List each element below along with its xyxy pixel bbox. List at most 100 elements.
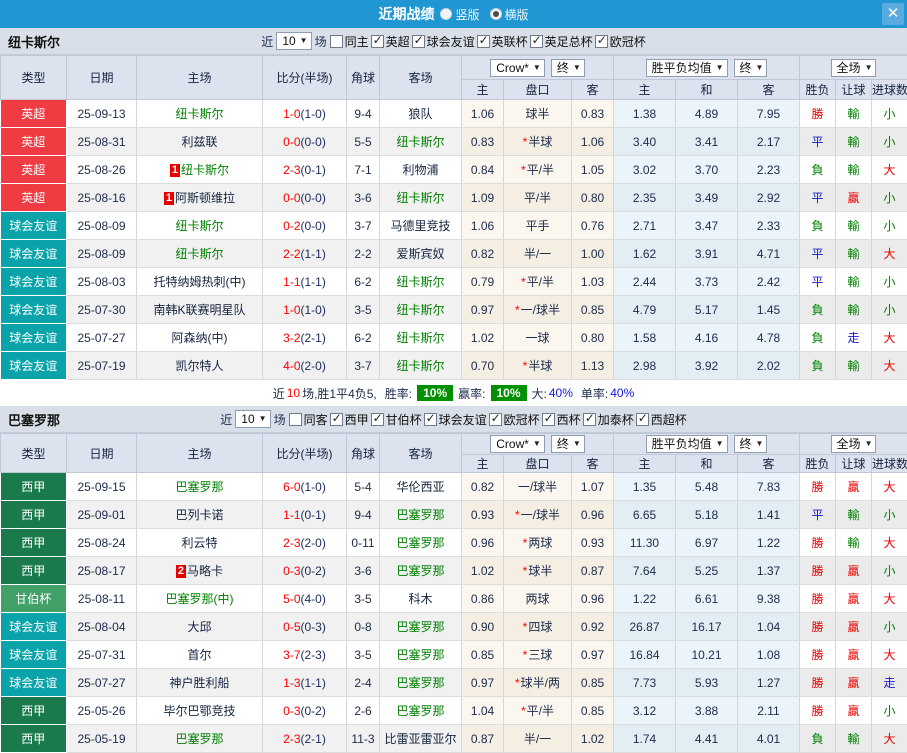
score-cell: 0-3(0-2) [262,556,347,585]
corner-cell: 0-11 [346,528,380,557]
checkbox-checked-icon[interactable] [594,33,608,48]
avg-home-odds-cell: 2.71 [613,211,676,240]
layout-radio-option[interactable]: 竖版 [440,6,480,23]
corner-cell: 2-6 [346,696,380,725]
checkbox-unchecked-icon[interactable] [288,412,302,426]
avg-draw-odds-cell: 5.17 [675,295,738,324]
final-odds-select[interactable]: 终 ▼ [550,435,585,453]
filter-check-item[interactable]: 同客 [288,411,328,428]
final-odds-select[interactable]: 终 ▼ [550,58,585,77]
final-avg-select[interactable]: 终 ▼ [733,58,768,77]
match-row: 西甲 25-09-15 巴塞罗那 6-0(1-0) 5-4 华伦西亚 0.82 一/球半 1.0… [0,472,907,501]
handicap-line-cell: *平/半 [503,696,572,725]
match-type-cell: 球会友谊 [0,351,67,380]
score-cell: 6-0(1-0) [262,472,347,501]
filter-check-item[interactable]: 加泰杯 [582,411,634,428]
handicap-home-odds-cell: 0.84 [461,155,504,184]
result-goals-cell: 大 [871,472,907,501]
filter-check-label: 欧冠杯 [609,34,646,49]
result-wdl-cell: 勝 [799,99,837,128]
result-handicap-cell: 贏 [835,612,873,641]
half-time-score: (0-1) [300,162,326,177]
result-goals-cell: 大 [871,640,907,669]
filter-check-item[interactable]: 英超 [370,33,410,50]
away-team-cell: 巴塞罗那 [379,500,462,529]
result-goals-cell: 大 [871,584,907,613]
newcastle-summary-bar: 近 10 场,胜1平4负5, 胜率: 10% 赢率: 10% 大: 40% 单率: 40… [0,380,907,406]
checkbox-checked-icon[interactable] [635,411,649,426]
date-cell: 25-07-30 [66,295,137,324]
col-header-type: 类型 [0,55,67,100]
filter-check-item[interactable]: 西杯 [541,411,581,428]
handicap-away-odds-cell: 0.97 [571,640,614,669]
checkbox-checked-icon[interactable] [488,411,502,426]
corner-cell: 3-7 [346,351,380,380]
col-header-date: 日期 [66,55,137,100]
handicap-line-text: 半球 [528,135,553,149]
half-time-score: (1-0) [300,106,326,121]
result-goals-cell: 小 [871,267,907,296]
final-avg-select[interactable]: 终 ▼ [733,435,768,453]
games-count-select[interactable]: 10 ▼ [235,410,271,428]
close-button[interactable]: ✕ [882,3,904,25]
checkbox-checked-icon[interactable] [329,411,343,426]
result-wdl-cell: 負 [799,211,837,240]
filter-check-item[interactable]: 西甲 [329,411,369,428]
filter-check-item[interactable]: 英联杯 [476,33,528,50]
match-type-cell: 西甲 [0,556,67,585]
col-header-away: 客场 [379,433,462,473]
scope-select[interactable]: 全场 ▼ [830,58,877,77]
checkbox-checked-icon[interactable] [370,33,384,48]
avg-away-odds-cell: 1.08 [737,640,801,669]
handicap-home-odds-cell: 0.82 [461,472,504,501]
sub-header-wdl: 胜负 [799,454,837,473]
avg-draw-odds-cell: 5.48 [675,472,738,501]
chevron-down-icon: ▼ [532,62,541,72]
filter-check-item[interactable]: 甘伯杯 [370,411,422,428]
checkbox-checked-icon[interactable] [529,33,543,48]
full-time-score: 2-2 [283,246,301,261]
checkbox-checked-icon[interactable] [476,33,490,48]
games-count-select[interactable]: 10 ▼ [276,32,312,50]
corner-cell: 3-6 [346,556,380,585]
sub-header-avg-draw: 和 [675,79,738,100]
filter-check-item[interactable]: 同主 [329,33,369,50]
filter-check-item[interactable]: 欧冠杯 [594,33,646,50]
avg-draw-odds-cell: 4.16 [675,323,738,352]
filter-check-item[interactable]: 西超杯 [635,411,687,428]
date-cell: 25-07-19 [66,351,137,380]
avg-odds-select[interactable]: 胜平负均值 ▼ [645,58,728,77]
checkbox-checked-icon[interactable] [541,411,555,426]
filter-check-item[interactable]: 欧冠杯 [488,411,540,428]
away-team-cell: 纽卡斯尔 [379,351,462,380]
avg-away-odds-cell: 1.22 [737,528,801,557]
checkbox-unchecked-icon[interactable] [329,34,343,48]
match-row: 球会友谊 25-08-09 纽卡斯尔 0-2(0-0) 3-7 马德里竞技 1.06 平手 0.… [0,211,907,240]
away-team-name: 科木 [408,592,433,606]
result-handicap-cell: 輸 [835,155,873,184]
handicap-line-cell: 球半 [503,99,572,128]
half-time-score: (0-2) [300,563,326,578]
checkbox-checked-icon[interactable] [411,33,425,48]
result-wdl-cell: 平 [799,267,837,296]
checkbox-checked-icon[interactable] [582,411,596,426]
match-type-cell: 甘伯杯 [0,584,67,613]
odds-source-select[interactable]: Crow* ▼ [490,58,545,77]
away-team-name: 纽卡斯尔 [396,359,445,373]
score-cell: 1-0(1-0) [262,295,347,324]
checkbox-checked-icon[interactable] [370,411,384,426]
layout-radio-checked[interactable]: 横版 [489,6,529,23]
filter-check-item[interactable]: 球会友谊 [411,33,475,50]
sub-header-hcap-home: 主 [461,79,504,100]
filter-check-item[interactable]: 英足总杯 [529,33,593,50]
filter-check-item[interactable]: 球会友谊 [423,411,487,428]
result-group-header: 全场 ▼ [799,55,907,80]
odds-source-select[interactable]: Crow* ▼ [490,435,545,453]
score-cell: 0-3(0-2) [262,696,347,725]
score-cell: 0-5(0-3) [262,612,347,641]
date-cell: 25-08-24 [66,528,137,557]
checkbox-checked-icon[interactable] [423,411,437,426]
match-row: 西甲 25-09-01 巴列卡诺 1-1(0-1) 9-4 巴塞罗那 0.93 *一/球半 0.… [0,500,907,529]
avg-odds-select[interactable]: 胜平负均值 ▼ [645,435,728,453]
scope-select[interactable]: 全场 ▼ [830,435,877,453]
